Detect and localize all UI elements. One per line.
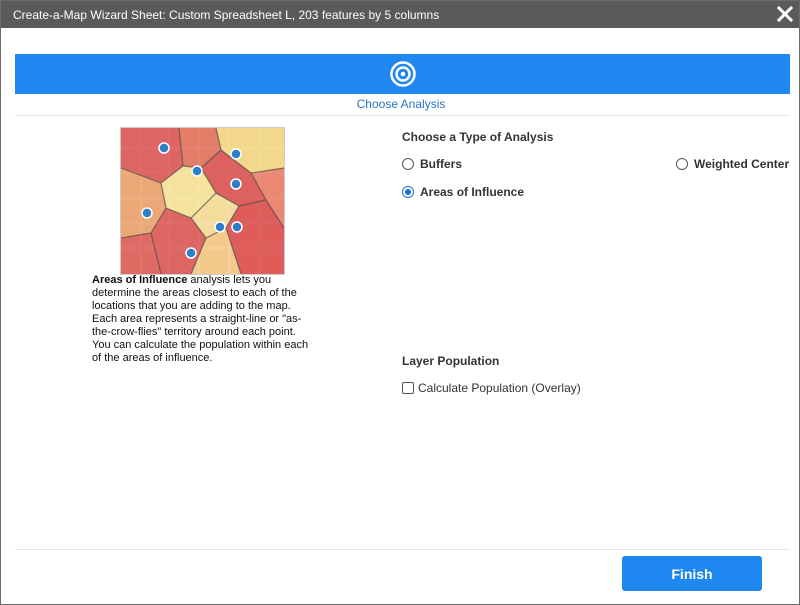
step-banner [15,54,790,94]
divider [15,115,790,116]
title-bar: Create-a-Map Wizard Sheet: Custom Spread… [1,1,799,28]
target-icon [389,61,416,87]
close-icon [777,6,793,22]
radio-weighted-center-label: Weighted Center [694,157,790,171]
description-bold-term: Areas of Influence [92,274,188,286]
calculate-population-checkbox[interactable]: Calculate Population (Overlay) [402,381,581,395]
radio-buffers-label: Buffers [420,157,463,171]
radio-buffers-circle[interactable] [402,158,414,170]
radio-buffers[interactable]: Buffers [402,157,462,171]
areas-of-influence-map-thumbnail [120,127,285,275]
analysis-description: Areas of Influence analysis lets you det… [92,274,317,365]
step-label: Choose Analysis [356,97,446,111]
close-button[interactable] [775,4,795,24]
calculate-population-box[interactable] [402,382,414,394]
wizard-window: Create-a-Map Wizard Sheet: Custom Spread… [0,0,800,605]
layer-population-heading: Layer Population [402,354,500,368]
window-title: Create-a-Map Wizard Sheet: Custom Spread… [13,7,440,22]
finish-button[interactable]: Finish [622,556,762,591]
radio-weighted-center[interactable]: Weighted Center [676,157,789,171]
divider [15,549,790,550]
radio-areas-of-influence-label: Areas of Influence [420,185,525,199]
radio-areas-of-influence[interactable]: Areas of Influence [402,185,524,199]
calculate-population-label: Calculate Population (Overlay) [418,381,581,395]
description-text: analysis lets you determine the areas cl… [92,274,309,364]
analysis-type-heading: Choose a Type of Analysis [402,130,554,144]
radio-areas-of-influence-circle[interactable] [402,186,414,198]
radio-weighted-center-circle[interactable] [676,158,688,170]
